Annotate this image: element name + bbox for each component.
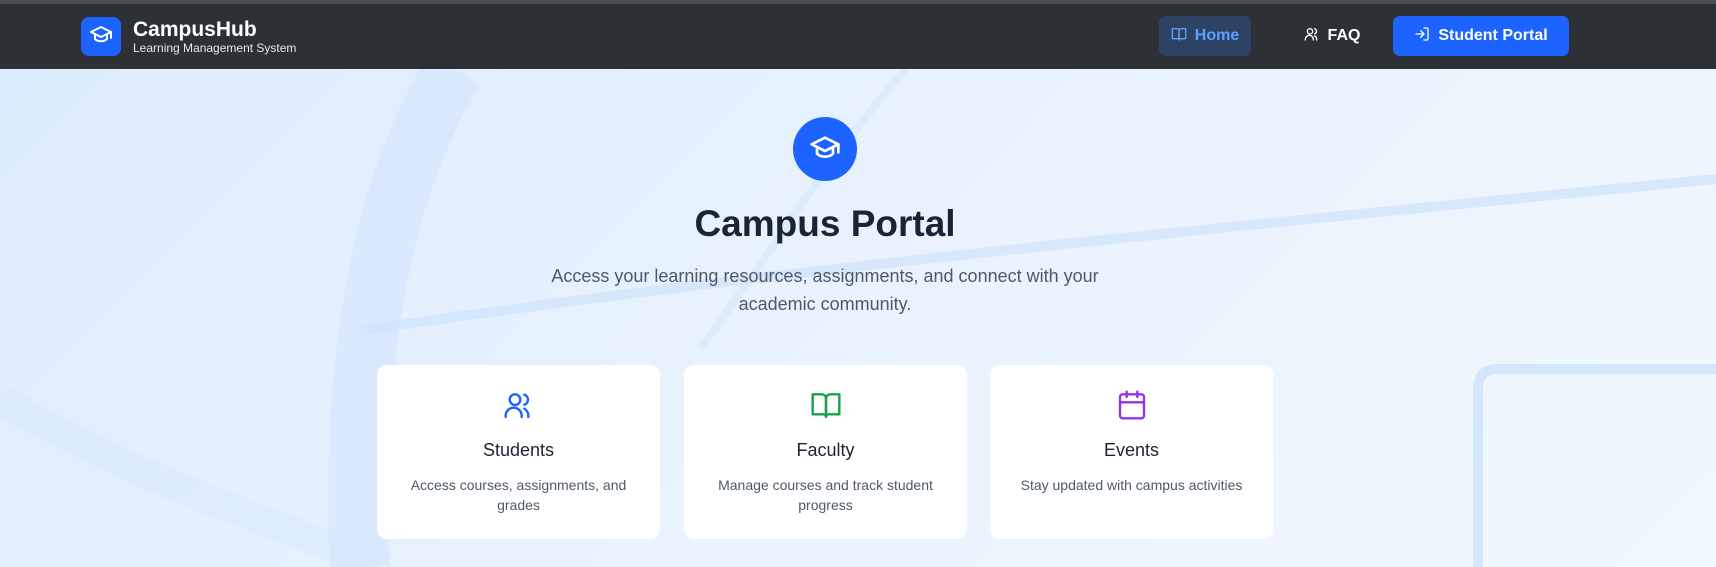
nav-home-label: Home xyxy=(1194,27,1240,44)
brand-subtitle: Learning Management System xyxy=(133,40,297,55)
graduation-cap-icon xyxy=(89,22,113,51)
card-title: Students xyxy=(482,440,555,460)
hero-logo xyxy=(793,117,857,181)
log-in-icon xyxy=(1414,26,1438,47)
hero-section: Campus Portal Access your learning resou… xyxy=(0,69,1716,567)
card-title: Faculty xyxy=(796,440,855,460)
logo xyxy=(81,17,121,56)
students-card[interactable]: Students Access courses, assignments, an… xyxy=(377,365,660,539)
events-card[interactable]: Events Stay updated with campus activiti… xyxy=(990,365,1273,539)
card-title: Events xyxy=(1103,440,1160,460)
student-portal-label: Student Portal xyxy=(1438,27,1548,44)
card-description: Manage courses and track student progres… xyxy=(718,477,933,513)
navbar: CampusHub Learning Management System Hom… xyxy=(0,4,1716,69)
card-description: Stay updated with campus activities xyxy=(1020,477,1243,493)
brand-name: CampusHub xyxy=(133,17,257,41)
card-description: Access courses, assignments, and grades xyxy=(410,477,627,513)
graduation-cap-icon xyxy=(809,131,841,168)
student-portal-button[interactable]: Student Portal xyxy=(1393,16,1569,56)
calendar-icon xyxy=(1116,389,1148,426)
page-title: Campus Portal xyxy=(694,203,956,244)
nav-home-button[interactable]: Home xyxy=(1159,16,1251,56)
hero-description: Access your learning resources, assignme… xyxy=(551,266,1099,314)
brand[interactable]: CampusHub Learning Management System xyxy=(81,17,296,56)
users-icon xyxy=(503,389,535,426)
nav-faq-label: FAQ xyxy=(1327,27,1361,44)
book-open-icon xyxy=(1171,26,1195,47)
nav-faq-button[interactable]: FAQ xyxy=(1282,16,1382,56)
book-open-icon xyxy=(810,389,842,426)
users-icon xyxy=(1304,26,1328,47)
faculty-card[interactable]: Faculty Manage courses and track student… xyxy=(684,365,967,539)
